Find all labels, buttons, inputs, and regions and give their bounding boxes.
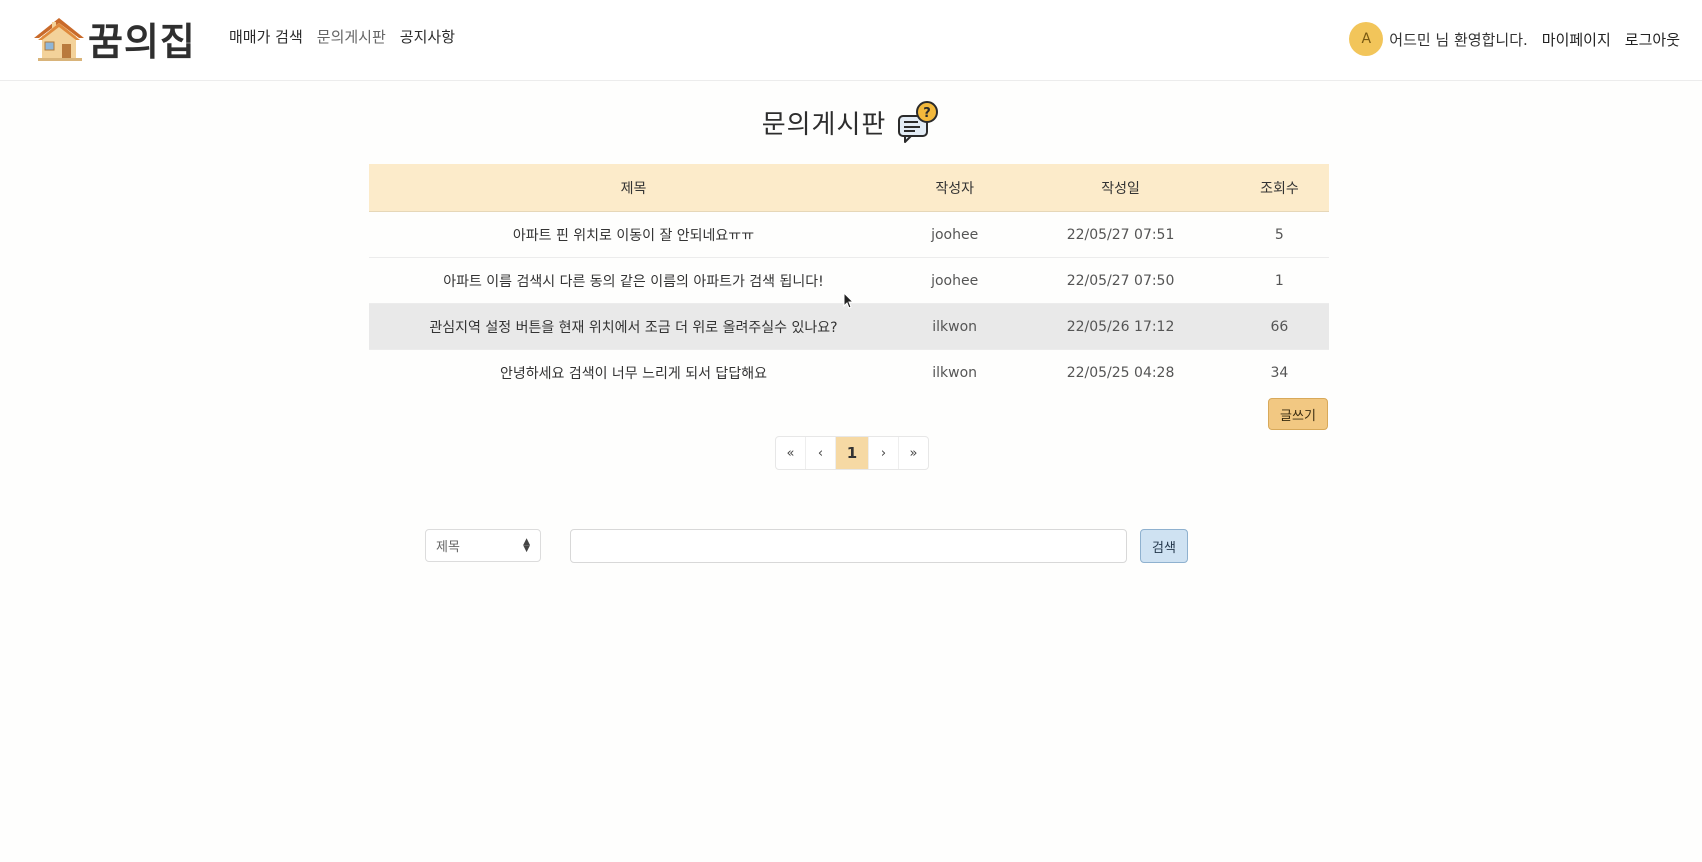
table-header-row: 제목 작성자 작성일 조회수	[369, 164, 1329, 212]
brand-name: 꿈의집	[88, 19, 196, 64]
pagination: « ‹ 1 › »	[775, 436, 929, 470]
main-nav: 매매가 검색 문의게시판 공지사항	[229, 26, 455, 47]
table-row[interactable]: 안녕하세요 검색이 너무 느리게 되서 답답해요 ilkwon 22/05/25…	[369, 350, 1329, 396]
row-views: 66	[1229, 303, 1329, 350]
page-last[interactable]: »	[899, 437, 928, 469]
search-select-value: 제목	[436, 540, 460, 555]
house-logo-icon	[34, 18, 84, 61]
row-title[interactable]: 관심지역 설정 버튼을 현재 위치에서 조금 더 위로 올려주실수 있나요?	[369, 303, 898, 350]
nav-notice[interactable]: 공지사항	[400, 26, 455, 47]
search-input[interactable]	[570, 529, 1127, 563]
avatar[interactable]: A	[1349, 22, 1384, 56]
row-date: 22/05/27 07:50	[1011, 257, 1230, 304]
table-row[interactable]: 아파트 핀 위치로 이동이 잘 안되네요ㅠㅠ joohee 22/05/27 0…	[369, 211, 1329, 258]
header-author: 작성자	[897, 164, 1012, 212]
page-prev[interactable]: ‹	[806, 437, 836, 469]
question-chat-icon: ?	[898, 101, 939, 143]
row-date: 22/05/27 07:51	[1011, 211, 1230, 258]
brand-logo[interactable]: 꿈의집	[32, 12, 196, 64]
svg-text:?: ?	[924, 106, 932, 121]
table-row[interactable]: 관심지역 설정 버튼을 현재 위치에서 조금 더 위로 올려주실수 있나요? i…	[369, 303, 1329, 350]
user-area: A 어드민 님 환영합니다. 마이페이지 로그아웃	[1349, 22, 1680, 56]
row-author: joohee	[897, 257, 1012, 304]
nav-inquiry-board[interactable]: 문의게시판	[317, 26, 386, 47]
page-first[interactable]: «	[776, 437, 806, 469]
select-arrows-icon: ▲ ▼	[523, 536, 530, 554]
row-title[interactable]: 아파트 핀 위치로 이동이 잘 안되네요ㅠㅠ	[369, 211, 898, 258]
row-author: ilkwon	[932, 364, 978, 381]
page-title-area: 문의게시판 ?	[0, 100, 1702, 144]
page-current[interactable]: 1	[836, 437, 869, 469]
row-date: 22/05/25 04:28	[1066, 364, 1175, 381]
row-views: 34	[1270, 364, 1289, 381]
header-title: 제목	[369, 164, 898, 212]
header-views: 조회수	[1229, 164, 1329, 212]
mouse-pointer-icon	[843, 292, 855, 309]
row-title[interactable]: 안녕하세요 검색이 너무 느리게 되서 답답해요	[369, 350, 898, 396]
row-views: 5	[1229, 211, 1329, 258]
page-title: 문의게시판	[761, 109, 887, 140]
header-date: 작성일	[1011, 164, 1230, 212]
top-navbar: 꿈의집 매매가 검색 문의게시판 공지사항 A 어드민 님 환영합니다. 마이페…	[0, 0, 1702, 81]
row-date: 22/05/26 17:12	[1011, 303, 1230, 350]
search-button[interactable]: 검색	[1140, 529, 1188, 563]
logout-link[interactable]: 로그아웃	[1625, 29, 1680, 50]
row-title[interactable]: 아파트 이름 검색시 다른 동의 같은 이름의 아파트가 검색 됩니다!	[369, 257, 898, 304]
row-views: 1	[1229, 257, 1329, 304]
row-author: ilkwon	[897, 303, 1012, 350]
mypage-link[interactable]: 마이페이지	[1542, 29, 1611, 50]
row-author: joohee	[897, 211, 1012, 258]
search-field-select[interactable]: 제목 ▲ ▼	[425, 529, 541, 562]
page-next[interactable]: ›	[869, 437, 899, 469]
inquiry-table: 제목 작성자 작성일 조회수 아파트 핀 위치로 이동이 잘 안되네요ㅠㅠ jo…	[369, 164, 1329, 395]
write-button[interactable]: 글쓰기	[1268, 398, 1328, 430]
nav-price-search[interactable]: 매매가 검색	[229, 26, 303, 47]
welcome-text: 어드민 님 환영합니다.	[1389, 30, 1528, 49]
